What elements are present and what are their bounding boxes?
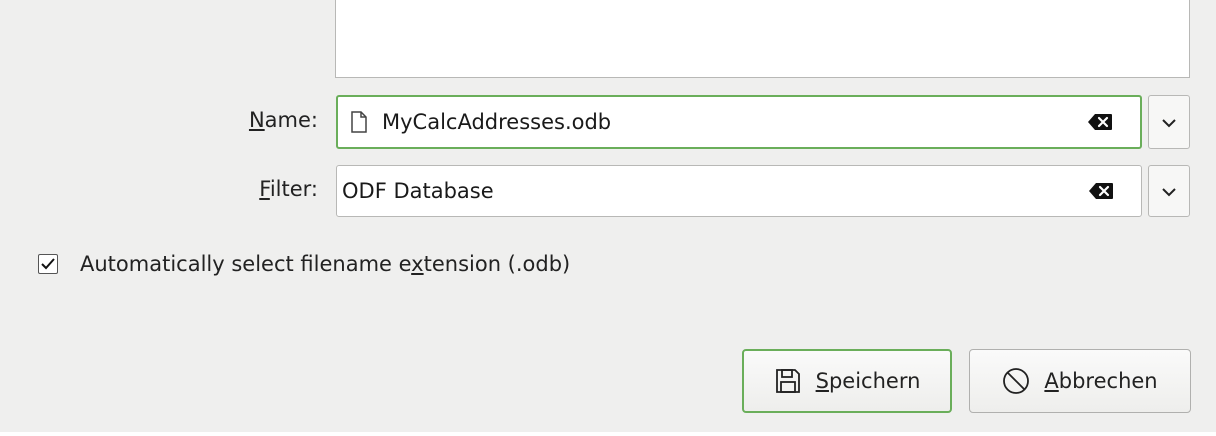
chevron-down-icon [1162, 182, 1176, 201]
filename-dropdown-button[interactable] [1148, 95, 1190, 149]
document-icon [348, 109, 370, 135]
checkmark-icon [41, 255, 55, 274]
filter-label-mnemonic: F [259, 177, 270, 201]
filename-field[interactable]: MyCalcAddresses.odb [336, 95, 1142, 149]
cancel-label-rest: bbrechen [1058, 369, 1158, 393]
filter-label-rest: ilter: [269, 177, 318, 201]
save-label-rest: peichern [828, 369, 921, 393]
filter-value: ODF Database [342, 179, 494, 203]
clear-text-icon[interactable] [1087, 181, 1115, 201]
prohibition-icon [1002, 367, 1030, 395]
auto-extension-label-part1: Automatically select filename e [80, 252, 412, 276]
file-list-panel[interactable] [335, 0, 1190, 78]
auto-extension-row[interactable]: Automatically select filename extension … [38, 252, 570, 276]
floppy-disk-icon [774, 367, 802, 395]
auto-extension-checkbox[interactable] [38, 254, 58, 274]
filter-label: Filter: [259, 177, 318, 201]
name-label-mnemonic: N [248, 108, 265, 132]
name-label-rest: ame: [264, 108, 318, 132]
dialog-bottom-edge [0, 432, 1216, 436]
filename-value: MyCalcAddresses.odb [382, 110, 612, 134]
chevron-down-icon [1162, 113, 1176, 132]
save-button[interactable]: Speichern [742, 349, 952, 413]
cancel-label-mnemonic: A [1044, 369, 1059, 393]
name-label: Name: [249, 108, 318, 132]
cancel-button[interactable]: Abbrechen [969, 349, 1191, 413]
clear-text-icon[interactable] [1086, 112, 1114, 132]
auto-extension-label-mnemonic: x [411, 252, 424, 276]
filter-field[interactable]: ODF Database [336, 165, 1142, 217]
cancel-label: Abbrechen [1044, 369, 1157, 393]
save-label: Speichern [816, 369, 921, 393]
save-label-mnemonic: S [815, 369, 829, 393]
filter-dropdown-button[interactable] [1148, 165, 1190, 217]
auto-extension-label: Automatically select filename extension … [80, 252, 570, 276]
auto-extension-label-part2: tension (.odb) [423, 252, 571, 276]
